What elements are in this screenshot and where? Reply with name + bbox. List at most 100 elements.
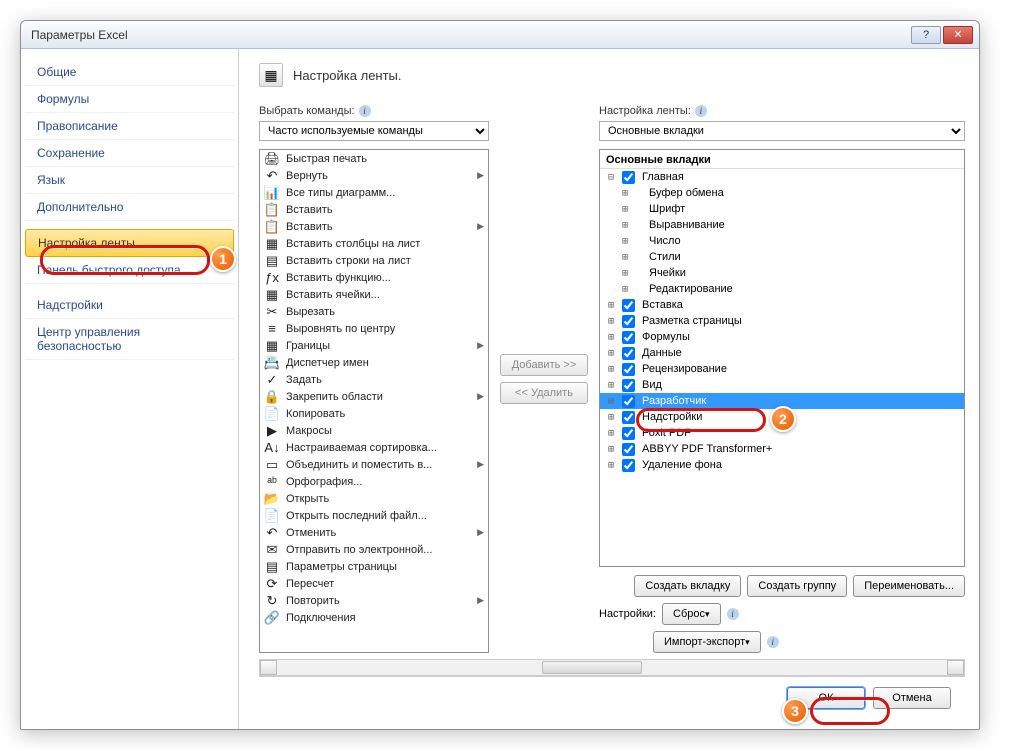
info-icon[interactable]	[359, 105, 371, 117]
expand-icon[interactable]: ⊞	[618, 188, 632, 199]
tree-node[interactable]: ⊞Число	[600, 233, 964, 249]
tree-node[interactable]: ⊞Удаление фона	[600, 457, 964, 473]
list-item[interactable]: 📂Открыть	[260, 490, 488, 507]
horizontal-scrollbar[interactable]	[259, 659, 965, 676]
commands-listbox[interactable]: 🖨Быстрая печать↶Вернуть▶📊Все типы диагра…	[259, 149, 489, 653]
expand-icon[interactable]: ⊞	[604, 460, 618, 471]
expand-icon[interactable]: ⊞	[604, 300, 618, 311]
sidebar-item-general[interactable]: Общие	[25, 59, 234, 86]
expand-icon[interactable]: ⊞	[618, 204, 632, 215]
reset-button[interactable]: Сброс	[662, 603, 721, 625]
expand-icon[interactable]: ⊞	[604, 316, 618, 327]
list-item[interactable]: ▤Параметры страницы	[260, 558, 488, 575]
tree-checkbox[interactable]	[622, 171, 635, 184]
tree-node[interactable]: ⊞Редактирование	[600, 281, 964, 297]
list-item[interactable]: ▦Границы▶	[260, 337, 488, 354]
list-item[interactable]: ▶Макросы	[260, 422, 488, 439]
cancel-button[interactable]: Отмена	[873, 687, 951, 709]
close-button[interactable]: ✕	[943, 26, 973, 44]
list-item[interactable]: 📄Копировать	[260, 405, 488, 422]
expand-icon[interactable]: ⊞	[604, 380, 618, 391]
tree-checkbox[interactable]	[622, 459, 635, 472]
list-item[interactable]: 🖨Быстрая печать	[260, 150, 488, 167]
list-item[interactable]: A↓Настраиваемая сортировка...	[260, 439, 488, 456]
expand-icon[interactable]: ⊞	[604, 444, 618, 455]
list-item[interactable]: ▭Объединить и поместить в...▶	[260, 456, 488, 473]
expand-icon[interactable]: ⊟	[604, 172, 618, 183]
new-tab-button[interactable]: Создать вкладку	[634, 575, 741, 597]
expand-icon[interactable]: ⊞	[604, 428, 618, 439]
choose-commands-combo[interactable]: Часто используемые команды	[259, 121, 489, 141]
rename-button[interactable]: Переименовать...	[853, 575, 965, 597]
tree-node[interactable]: ⊞Вставка	[600, 297, 964, 313]
ok-button[interactable]: ОК	[787, 687, 865, 709]
expand-icon[interactable]: ⊞	[618, 284, 632, 295]
list-item[interactable]: 📊Все типы диаграмм...	[260, 184, 488, 201]
tree-node[interactable]: ⊞Рецензирование	[600, 361, 964, 377]
expand-icon[interactable]: ⊞	[618, 268, 632, 279]
import-export-button[interactable]: Импорт-экспорт	[653, 631, 761, 653]
sidebar-item-customize-ribbon[interactable]: Настройка ленты	[25, 229, 234, 257]
list-item[interactable]: 🔗Подключения	[260, 609, 488, 626]
sidebar-item-save[interactable]: Сохранение	[25, 140, 234, 167]
tree-node[interactable]: ⊞Надстройки	[600, 409, 964, 425]
expand-icon[interactable]: ⊞	[618, 236, 632, 247]
tree-node[interactable]: ⊞Разметка страницы	[600, 313, 964, 329]
info-icon[interactable]	[727, 608, 739, 620]
tree-node[interactable]: ⊞Разработчик	[600, 393, 964, 409]
tabs-tree[interactable]: Основные вкладки ⊟Главная⊞Буфер обмена⊞Ш…	[599, 149, 965, 567]
tree-checkbox[interactable]	[622, 347, 635, 360]
tree-node[interactable]: ⊞Буфер обмена	[600, 185, 964, 201]
list-item[interactable]: ᵃᵇОрфография...	[260, 473, 488, 490]
sidebar-item-proofing[interactable]: Правописание	[25, 113, 234, 140]
list-item[interactable]: 📄Открыть последний файл...	[260, 507, 488, 524]
tree-checkbox[interactable]	[622, 379, 635, 392]
list-item[interactable]: ↶Отменить▶	[260, 524, 488, 541]
info-icon[interactable]	[767, 636, 779, 648]
list-item[interactable]: ↻Повторить▶	[260, 592, 488, 609]
tree-node[interactable]: ⊞Вид	[600, 377, 964, 393]
expand-icon[interactable]: ⊞	[604, 348, 618, 359]
tree-checkbox[interactable]	[622, 411, 635, 424]
sidebar-item-language[interactable]: Язык	[25, 167, 234, 194]
list-item[interactable]: 📋Вставить▶	[260, 218, 488, 235]
expand-icon[interactable]: ⊞	[604, 332, 618, 343]
list-item[interactable]: ▦Вставить ячейки...	[260, 286, 488, 303]
sidebar-item-addins[interactable]: Надстройки	[25, 292, 234, 319]
tree-checkbox[interactable]	[622, 443, 635, 456]
add-button[interactable]: Добавить >>	[500, 354, 588, 376]
tree-checkbox[interactable]	[622, 427, 635, 440]
help-button[interactable]: ?	[911, 26, 941, 44]
tree-node[interactable]: ⊞Ячейки	[600, 265, 964, 281]
tree-checkbox[interactable]	[622, 331, 635, 344]
list-item[interactable]: 📋Вставить	[260, 201, 488, 218]
list-item[interactable]: ↶Вернуть▶	[260, 167, 488, 184]
tree-checkbox[interactable]	[622, 299, 635, 312]
expand-icon[interactable]: ⊞	[618, 252, 632, 263]
info-icon[interactable]	[695, 105, 707, 117]
list-item[interactable]: 📇Диспетчер имен	[260, 354, 488, 371]
sidebar-item-advanced[interactable]: Дополнительно	[25, 194, 234, 221]
tree-node[interactable]: ⊞Foxit PDF	[600, 425, 964, 441]
list-item[interactable]: 🔒Закрепить области▶	[260, 388, 488, 405]
list-item[interactable]: ✉Отправить по электронной...	[260, 541, 488, 558]
sidebar-item-formulas[interactable]: Формулы	[25, 86, 234, 113]
expand-icon[interactable]: ⊞	[604, 412, 618, 423]
list-item[interactable]: ▦Вставить столбцы на лист	[260, 235, 488, 252]
sidebar-item-quick-access[interactable]: Панель быстрого доступа	[25, 257, 234, 284]
expand-icon[interactable]: ⊞	[604, 364, 618, 375]
list-item[interactable]: ≡Выровнять по центру	[260, 320, 488, 337]
remove-button[interactable]: << Удалить	[500, 382, 588, 404]
tree-node[interactable]: ⊞ABBYY PDF Transformer+	[600, 441, 964, 457]
tree-node[interactable]: ⊞Формулы	[600, 329, 964, 345]
tree-node[interactable]: ⊞Шрифт	[600, 201, 964, 217]
list-item[interactable]: ⟳Пересчет	[260, 575, 488, 592]
tree-node[interactable]: ⊞Выравнивание	[600, 217, 964, 233]
tree-node[interactable]: ⊞Стили	[600, 249, 964, 265]
list-item[interactable]: ✂Вырезать	[260, 303, 488, 320]
tree-checkbox[interactable]	[622, 315, 635, 328]
list-item[interactable]: ƒxВставить функцию...	[260, 269, 488, 286]
expand-icon[interactable]: ⊞	[604, 396, 618, 407]
list-item[interactable]: ✓Задать	[260, 371, 488, 388]
tree-checkbox[interactable]	[622, 363, 635, 376]
